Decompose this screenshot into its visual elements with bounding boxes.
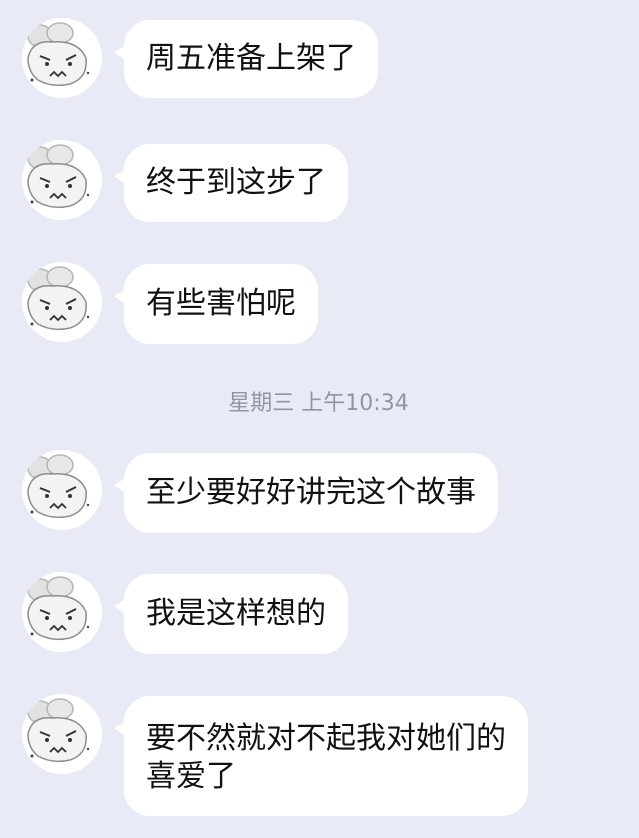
grumpy-bear-avatar-icon [22,572,102,652]
avatar[interactable] [22,18,102,98]
message-text: 至少要好好讲完这个故事 [146,475,476,510]
grumpy-bear-avatar-icon [22,262,102,342]
message-bubble[interactable]: 有些害怕呢 [114,264,318,344]
message-bubble[interactable]: 要不然就对不起我对她们的 喜爱了 [114,696,528,816]
avatar[interactable] [22,262,102,342]
avatar[interactable] [22,572,102,652]
message-text: 终于到这步了 [146,165,326,200]
grumpy-bear-avatar-icon [22,694,102,774]
message-row: 我是这样想的 [0,572,639,656]
message-row: 周五准备上架了 [0,18,639,102]
message-row: 至少要好好讲完这个故事 [0,450,639,534]
message-row: 要不然就对不起我对她们的 喜爱了 [0,694,639,818]
timestamp-divider: 星期三 上午10:34 [0,385,639,417]
grumpy-bear-avatar-icon [22,450,102,530]
grumpy-bear-avatar-icon [22,140,102,220]
message-bubble[interactable]: 我是这样想的 [114,574,348,654]
message-text: 周五准备上架了 [146,41,356,76]
avatar[interactable] [22,694,102,774]
message-bubble[interactable]: 周五准备上架了 [114,20,378,98]
message-text: 要不然就对不起我对她们的 喜爱了 [146,721,506,794]
message-bubble[interactable]: 终于到这步了 [114,144,348,222]
timestamp-text: 星期三 上午10:34 [228,391,409,416]
chat-thread: 周五准备上架了 终于到这步了 有些害怕呢 星期三 上午10:34 至少要好好讲完… [0,0,639,838]
avatar[interactable] [22,140,102,220]
message-bubble[interactable]: 至少要好好讲完这个故事 [114,453,498,533]
avatar[interactable] [22,450,102,530]
message-text: 有些害怕呢 [146,286,296,321]
message-text: 我是这样想的 [146,596,326,631]
message-row: 有些害怕呢 [0,262,639,346]
grumpy-bear-avatar-icon [22,18,102,98]
message-row: 终于到这步了 [0,140,639,224]
